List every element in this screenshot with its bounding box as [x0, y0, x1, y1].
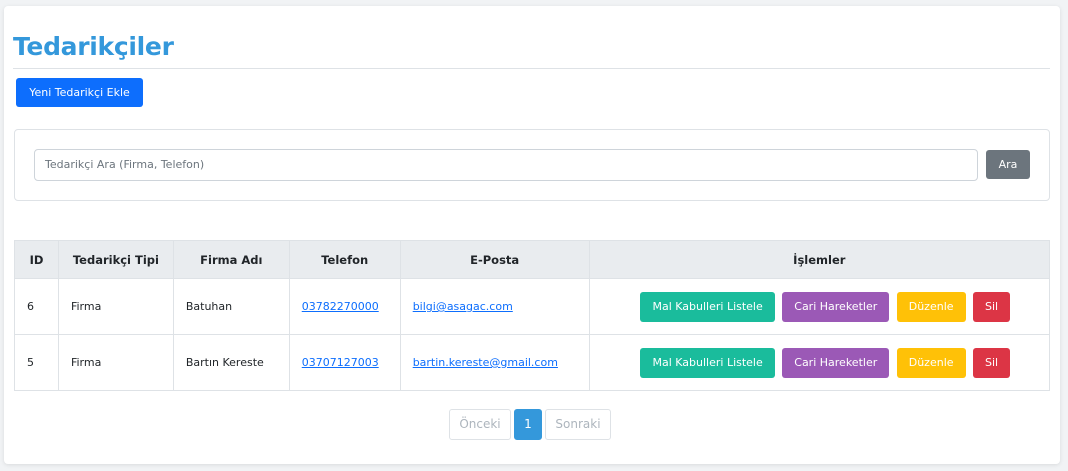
cell-type: Firma — [57, 278, 174, 335]
edit-button[interactable]: Düzenle — [896, 291, 966, 322]
header-actions: İşlemler — [588, 240, 1051, 279]
row-actions: Mal Kabulleri Listele Cari Hareketler Dü… — [588, 278, 1051, 335]
email-link[interactable]: bartin.kereste@gmail.com — [413, 356, 558, 369]
delete-button[interactable]: Sil — [973, 347, 1011, 378]
cell-type: Firma — [57, 334, 174, 391]
account-transactions-button[interactable]: Cari Hareketler — [782, 291, 890, 322]
new-supplier-button[interactable]: Yeni Tedarikçi Ekle — [16, 78, 143, 107]
row-actions: Mal Kabulleri Listele Cari Hareketler Dü… — [588, 334, 1051, 391]
email-link[interactable]: bilgi@asagac.com — [413, 300, 513, 313]
table-row: 6 Firma Batuhan 03782270000 bilgi@asagac… — [14, 278, 1051, 335]
list-receipts-button[interactable]: Mal Kabulleri Listele — [640, 347, 775, 378]
list-receipts-button[interactable]: Mal Kabulleri Listele — [640, 291, 775, 322]
table-row: 5 Firma Bartın Kereste 03707127003 barti… — [14, 334, 1051, 391]
search-input[interactable]: Tedarikçi Ara (Firma, Telefon) — [34, 149, 978, 181]
page-1-button[interactable]: 1 — [514, 409, 542, 440]
phone-link[interactable]: 03782270000 — [302, 300, 379, 313]
cell-company: Bartın Kereste — [172, 334, 290, 391]
cell-company: Batuhan — [172, 278, 290, 335]
title-divider — [13, 68, 1050, 69]
next-page-button[interactable]: Sonraki — [545, 409, 611, 440]
header-supplier-type[interactable]: Tedarikçi Tipi — [57, 240, 174, 279]
table-header-row: ID Tedarikçi Tipi Firma Adı Telefon E-Po… — [14, 240, 1051, 279]
phone-link[interactable]: 03707127003 — [302, 356, 379, 369]
account-transactions-button[interactable]: Cari Hareketler — [782, 347, 890, 378]
search-button[interactable]: Ara — [986, 150, 1030, 179]
suppliers-card: Tedarikçiler Yeni Tedarikçi Ekle Tedarik… — [4, 6, 1060, 464]
header-id[interactable]: ID — [14, 240, 59, 279]
suppliers-table: ID Tedarikçi Tipi Firma Adı Telefon E-Po… — [14, 240, 1051, 391]
previous-page-button[interactable]: Önceki — [449, 409, 511, 440]
cell-id: 5 — [14, 334, 59, 391]
cell-id: 6 — [14, 278, 59, 335]
header-email[interactable]: E-Posta — [399, 240, 590, 279]
page-title: Tedarikçiler — [13, 32, 174, 61]
header-company-name[interactable]: Firma Adı — [172, 240, 290, 279]
header-phone[interactable]: Telefon — [288, 240, 401, 279]
delete-button[interactable]: Sil — [973, 291, 1011, 322]
search-panel: Tedarikçi Ara (Firma, Telefon) Ara — [14, 129, 1050, 201]
edit-button[interactable]: Düzenle — [896, 347, 966, 378]
